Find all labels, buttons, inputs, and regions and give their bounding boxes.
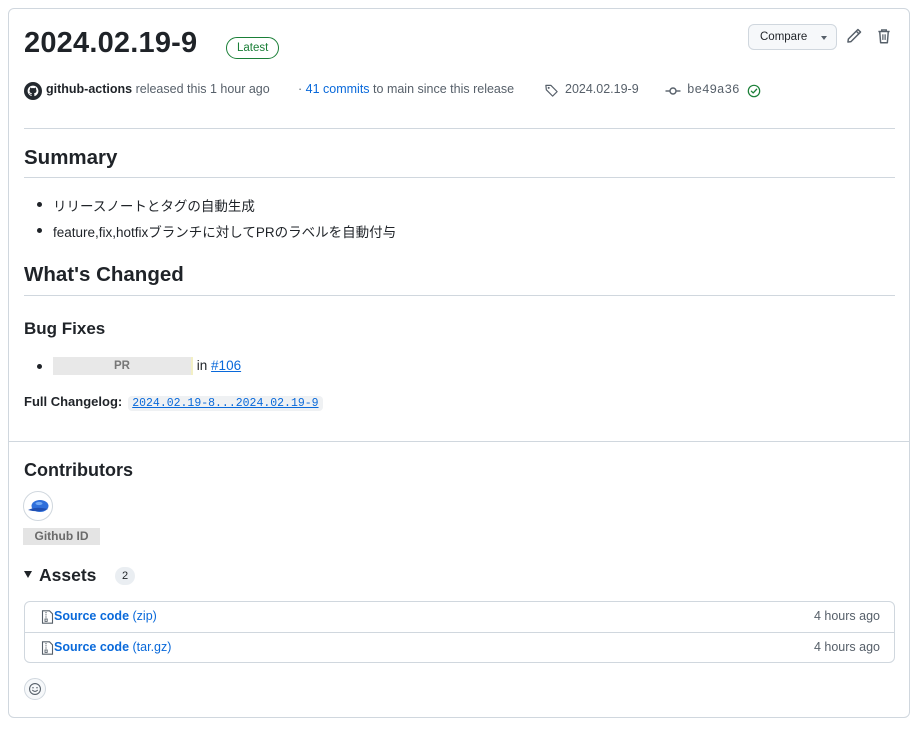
assets-list: Source code (zip) 4 hours ago Source cod…	[24, 601, 895, 663]
trash-icon[interactable]	[875, 27, 893, 45]
header-divider	[24, 128, 895, 129]
asset-link-zip[interactable]: Source code (zip)	[54, 609, 157, 623]
commit-sha-link[interactable]: be49a36	[687, 83, 740, 97]
release-body: 2024.02.19-9 Latest Compare github-actio…	[9, 9, 909, 441]
asset-link-targz[interactable]: Source code (tar.gz)	[54, 640, 171, 654]
github-mark-icon	[27, 85, 39, 97]
pr-in-text: in	[196, 357, 208, 373]
file-zip-icon	[41, 641, 54, 655]
pr-link[interactable]: #106	[211, 358, 241, 373]
triangle-down-icon	[24, 570, 32, 578]
release-title[interactable]: 2024.02.19-9	[24, 27, 197, 60]
bug-fixes-heading: Bug Fixes	[24, 319, 106, 338]
check-circle-icon[interactable]	[747, 84, 761, 98]
summary-item-text: feature,fix,hotfixブランチに対してPRのラベルを自動付与	[53, 225, 397, 240]
asset-time: 4 hours ago	[813, 640, 880, 654]
git-commit-icon	[665, 87, 681, 95]
assets-toggle[interactable]: Assets	[24, 565, 96, 586]
asset-row: Source code (tar.gz) 4 hours ago	[25, 632, 894, 662]
asset-row: Source code (zip) 4 hours ago	[25, 602, 894, 632]
pr-title-redacted: PR	[53, 357, 193, 375]
file-zip-icon	[41, 610, 54, 624]
asset-name: Source code	[54, 609, 130, 623]
contributor-name-redacted: Github ID	[23, 528, 100, 545]
cap-avatar-icon	[28, 500, 49, 512]
contributors-heading: Contributors	[24, 460, 133, 480]
release-meta: github-actions released this 1 hour ago	[46, 82, 270, 96]
commits-dot: ·	[298, 82, 303, 96]
compare-button[interactable]: Compare	[748, 24, 837, 50]
add-reaction-button[interactable]	[24, 678, 46, 700]
commits-link[interactable]: 41 commits	[306, 82, 370, 96]
commits-suffix: to main since this release	[373, 82, 515, 96]
assets-count-badge: 2	[115, 567, 135, 585]
avatar[interactable]	[23, 491, 53, 521]
asset-name: Source code	[54, 640, 130, 654]
author-avatar[interactable]	[24, 82, 42, 100]
asset-time: 4 hours ago	[813, 609, 880, 623]
summary-divider	[24, 177, 895, 178]
compare-label: Compare	[760, 31, 808, 43]
list-item: PR in #106	[37, 357, 241, 375]
summary-heading: Summary	[24, 146, 118, 169]
smiley-icon	[29, 683, 41, 695]
commits-meta: · 41 commits to main since this release	[298, 82, 514, 96]
assets-heading: Assets	[39, 565, 97, 585]
changed-divider	[24, 295, 895, 296]
whats-changed-heading: What's Changed	[24, 263, 184, 286]
release-card: 2024.02.19-9 Latest Compare github-actio…	[8, 8, 910, 718]
full-changelog: Full Changelog: 2024.02.19-8...2024.02.19…	[24, 394, 323, 411]
list-item: リリースノートとタグの自動生成	[37, 195, 255, 215]
full-changelog-link[interactable]: 2024.02.19-8...2024.02.19-9	[128, 396, 323, 411]
tag-link[interactable]: 2024.02.19-9	[565, 82, 639, 96]
full-changelog-label: Full Changelog:	[24, 394, 123, 409]
author-link[interactable]: github-actions	[46, 82, 132, 96]
asset-ext: (zip)	[132, 609, 157, 623]
section-divider	[9, 441, 909, 442]
asset-ext: (tar.gz)	[132, 640, 172, 654]
chevron-down-icon	[821, 36, 827, 40]
tag-icon	[545, 84, 558, 97]
latest-badge: Latest	[226, 37, 280, 59]
pencil-icon[interactable]	[845, 27, 863, 45]
released-text: released this 1 hour ago	[135, 82, 270, 96]
summary-item-text: リリースノートとタグの自動生成	[53, 199, 255, 214]
list-item: feature,fix,hotfixブランチに対してPRのラベルを自動付与	[37, 221, 396, 241]
